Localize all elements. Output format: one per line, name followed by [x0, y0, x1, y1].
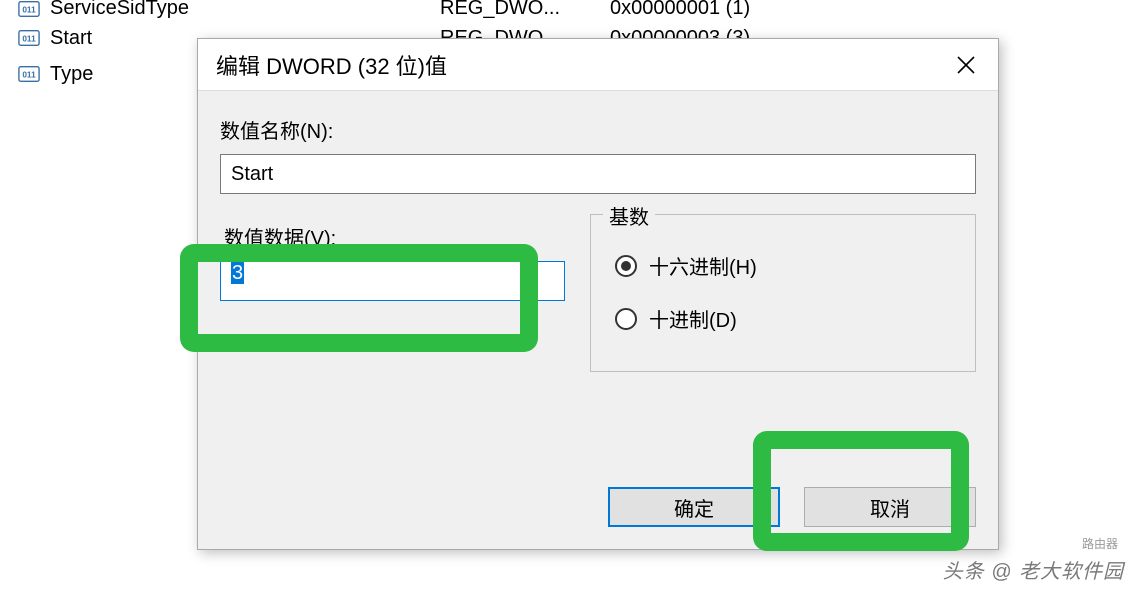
svg-text:011: 011 [22, 5, 36, 14]
close-icon[interactable] [946, 45, 986, 85]
value-name-label: 数值名称(N): [220, 115, 976, 144]
radio-hexadecimal[interactable]: 十六进制(H) [615, 251, 975, 280]
radio-dec-label: 十进制(D) [649, 304, 737, 333]
svg-text:011: 011 [22, 35, 36, 44]
base-legend: 基数 [603, 201, 655, 230]
reg-name: Start [50, 27, 92, 50]
watermark: 头条 @ 老大软件园 [943, 555, 1124, 584]
dialog-button-row: 确定 取消 [608, 487, 976, 527]
reg-type: REG_DWO... [440, 0, 610, 20]
registry-row[interactable]: 011 ServiceSidType REG_DWO... 0x00000001… [0, 0, 1138, 20]
reg-name: Type [50, 63, 93, 86]
ok-button[interactable]: 确定 [608, 487, 780, 527]
radio-icon [615, 255, 637, 277]
radio-decimal[interactable]: 十进制(D) [615, 304, 975, 333]
svg-text:011: 011 [22, 71, 36, 80]
edit-dword-dialog: 编辑 DWORD (32 位)值 数值名称(N): 数值数据(V): 3 基数 … [197, 38, 999, 550]
radio-icon [615, 308, 637, 330]
reg-data: 0x00000001 (1) [610, 0, 1138, 20]
dword-icon: 011 [18, 27, 40, 49]
radio-hex-label: 十六进制(H) [649, 251, 757, 280]
dword-icon: 011 [18, 63, 40, 85]
dialog-title: 编辑 DWORD (32 位)值 [216, 49, 447, 81]
value-name-input[interactable] [220, 154, 976, 194]
reg-name: ServiceSidType [50, 0, 189, 20]
watermark-small: 路由器 [1082, 535, 1118, 552]
dialog-titlebar[interactable]: 编辑 DWORD (32 位)值 [198, 39, 998, 91]
dialog-body: 数值名称(N): 数值数据(V): 3 基数 十六进制(H) 十进制(D) [198, 91, 998, 422]
value-data-label: 数值数据(V): [224, 222, 565, 251]
base-groupbox: 基数 十六进制(H) 十进制(D) [590, 214, 976, 372]
dword-icon: 011 [18, 0, 40, 20]
cancel-button[interactable]: 取消 [804, 487, 976, 527]
value-data-input[interactable]: 3 [220, 261, 565, 301]
